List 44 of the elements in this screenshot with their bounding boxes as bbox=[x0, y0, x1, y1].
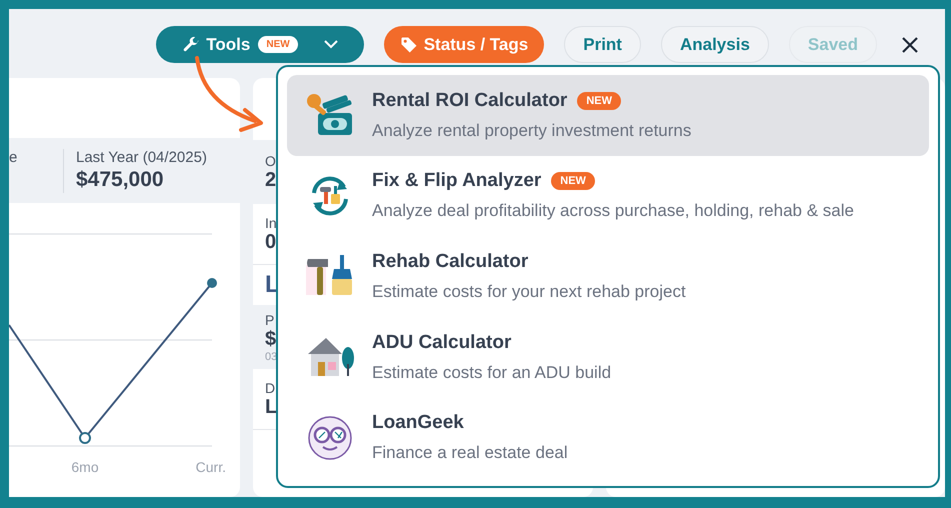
row-label: In bbox=[265, 214, 277, 230]
row-value: 2 bbox=[265, 168, 276, 192]
menu-item-title: Rehab Calculator bbox=[372, 250, 528, 273]
menu-item-title: ADU Calculator bbox=[372, 332, 512, 354]
key-and-cash-icon bbox=[306, 93, 354, 138]
row-label: P bbox=[265, 312, 274, 328]
new-badge: NEW bbox=[258, 36, 298, 53]
row-label: D bbox=[265, 380, 276, 396]
chevron-icon bbox=[324, 40, 338, 49]
menu-item-description: Estimate costs for your next rehab project bbox=[372, 282, 686, 302]
menu-item[interactable]: ADU Calculator Estimate costs for an ADU build bbox=[287, 316, 929, 398]
stat-value: $475,000 bbox=[76, 168, 165, 192]
menu-item-title: LoanGeek bbox=[372, 412, 464, 434]
menu-item-description: Analyze deal profitability across purchase, holding, rehab & sale bbox=[372, 201, 854, 222]
axis-label: 6mo bbox=[71, 459, 99, 475]
toolbar-button[interactable]: Print bbox=[564, 26, 641, 63]
new-badge: NEW bbox=[577, 92, 621, 110]
menu-item-title: Fix & Flip Analyzer bbox=[372, 170, 542, 192]
new-badge: NEW bbox=[551, 172, 595, 190]
stat-label: e bbox=[9, 148, 18, 166]
menu-item-description: Analyze rental property investment returns bbox=[372, 120, 692, 141]
row-label: O bbox=[265, 152, 276, 168]
data-point bbox=[79, 432, 91, 444]
tag-icon bbox=[400, 36, 418, 54]
menu-item-description: Estimate costs for an ADU build bbox=[372, 362, 612, 383]
menu-item[interactable]: Rehab Calculator Estimate costs for your next rehab project bbox=[287, 236, 929, 317]
toolbar-button[interactable]: Analysis bbox=[660, 26, 769, 63]
menu-item-description: Finance a real estate deal bbox=[372, 443, 568, 464]
menu-item[interactable]: Fix & Flip Analyzer NEW Analyze deal profitability across purchase, holding, rehab & sale bbox=[287, 156, 929, 236]
face-with-glasses-icon bbox=[306, 414, 352, 461]
data-point bbox=[207, 278, 217, 288]
menu-item[interactable]: LoanGeek Finance a real estate deal bbox=[287, 397, 929, 478]
close-icon bbox=[901, 36, 919, 54]
house-with-tree-icon bbox=[306, 336, 354, 378]
menu-item[interactable]: Rental ROI Calculator NEW Analyze rental property investment returns bbox=[287, 75, 929, 156]
menu-item-title: Rental ROI Calculator bbox=[372, 90, 568, 112]
row-value: L bbox=[265, 396, 278, 418]
row-value: $ bbox=[265, 328, 276, 350]
axis-label: Curr. bbox=[196, 459, 226, 475]
row-value: 0 bbox=[265, 230, 276, 254]
stat-label: Last Year (04/2025) bbox=[76, 149, 207, 166]
wrench-icon bbox=[182, 36, 200, 54]
hammer-and-brush-icon bbox=[306, 255, 354, 298]
tools-button[interactable]: Tools NEW bbox=[156, 26, 364, 63]
